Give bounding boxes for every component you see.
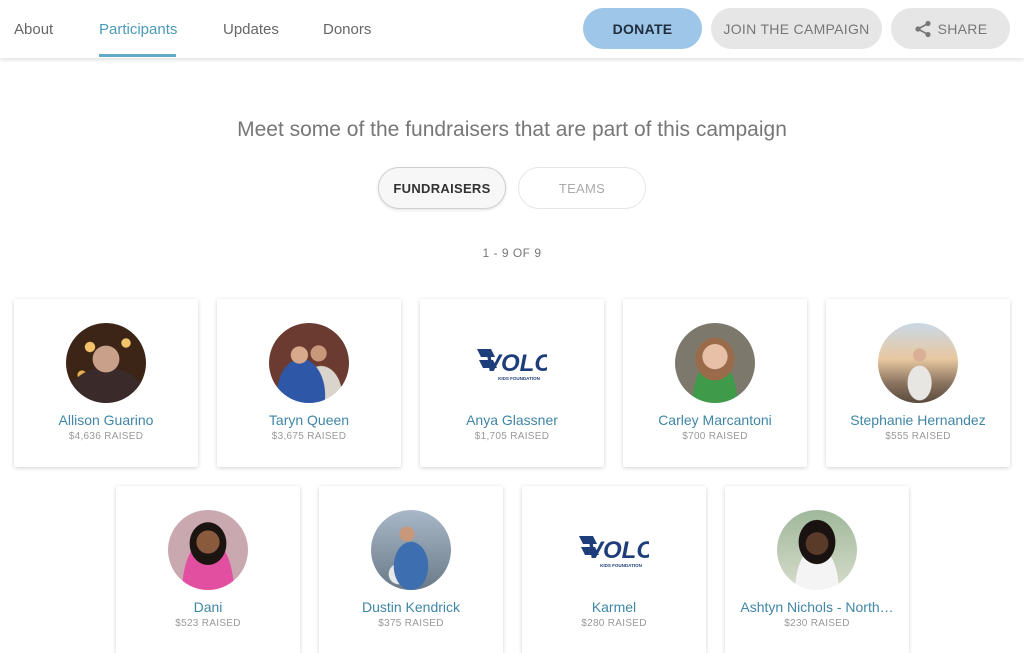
- fundraiser-name: Ashtyn Nichols - North…: [740, 599, 894, 615]
- amount-raised: $700 RAISED: [682, 431, 748, 442]
- fundraiser-name: Carley Marcantoni: [658, 412, 772, 428]
- results-count: 1 - 9 OF 9: [482, 246, 542, 260]
- avatar: [777, 510, 857, 590]
- fundraiser-name: Allison Guarino: [58, 412, 154, 428]
- fundraiser-name: Karmel: [591, 599, 637, 615]
- donate-button[interactable]: DONATE: [583, 8, 702, 49]
- volo-logo-text: VOLO: [485, 350, 547, 377]
- amount-raised: $4,636 RAISED: [68, 431, 144, 442]
- avatar: [168, 510, 248, 590]
- active-tab-indicator: [99, 54, 176, 57]
- amount-raised: $375 RAISED: [378, 618, 444, 629]
- fundraiser-card[interactable]: Allison Guarino $4,636 RAISED: [14, 299, 198, 467]
- fundraiser-card[interactable]: VOLO KIDS FOUNDATION Anya Glassner $1,70…: [420, 299, 604, 467]
- volo-logo-icon: VOLO KIDS FOUNDATION: [477, 349, 547, 381]
- share-icon: [915, 20, 931, 37]
- share-button[interactable]: SHARE: [891, 8, 1010, 49]
- fundraiser-card[interactable]: VOLO KIDS FOUNDATION Karmel $280 RAISED: [522, 486, 706, 653]
- top-nav: About Participants Updates Donors DONATE…: [0, 0, 1024, 58]
- amount-raised: $3,675 RAISED: [271, 431, 347, 442]
- fundraiser-name: Dani: [193, 599, 223, 615]
- avatar: [675, 323, 755, 403]
- avatar: [878, 323, 958, 403]
- volo-logo-text: VOLO: [587, 537, 649, 564]
- avatar: [269, 323, 349, 403]
- amount-raised: $523 RAISED: [175, 618, 241, 629]
- fundraisers-toggle[interactable]: FUNDRAISERS: [378, 167, 506, 209]
- tab-about[interactable]: About: [14, 21, 53, 38]
- page-heading: Meet some of the fundraisers that are pa…: [237, 118, 787, 141]
- volo-logo-icon: VOLO KIDS FOUNDATION: [579, 536, 649, 568]
- volo-logo-subtext: KIDS FOUNDATION: [498, 376, 540, 381]
- fundraiser-card[interactable]: Carley Marcantoni $700 RAISED: [623, 299, 807, 467]
- amount-raised: $1,705 RAISED: [474, 431, 550, 442]
- tab-participants[interactable]: Participants: [99, 21, 177, 38]
- volo-logo-subtext: KIDS FOUNDATION: [600, 563, 642, 568]
- share-label: SHARE: [937, 20, 988, 37]
- amount-raised: $230 RAISED: [784, 618, 850, 629]
- fundraiser-name: Anya Glassner: [466, 412, 558, 428]
- amount-raised: $280 RAISED: [581, 618, 647, 629]
- fundraiser-name: Taryn Queen: [268, 412, 350, 428]
- fundraiser-card[interactable]: Stephanie Hernandez $555 RAISED: [826, 299, 1010, 467]
- fundraiser-card[interactable]: Taryn Queen $3,675 RAISED: [217, 299, 401, 467]
- avatar: [66, 323, 146, 403]
- tab-updates[interactable]: Updates: [223, 21, 279, 38]
- fundraiser-card[interactable]: Dustin Kendrick $375 RAISED: [319, 486, 503, 653]
- tab-donors[interactable]: Donors: [323, 21, 371, 38]
- teams-toggle[interactable]: TEAMS: [518, 167, 646, 209]
- fundraiser-name: Stephanie Hernandez: [850, 412, 986, 428]
- fundraiser-card[interactable]: Dani $523 RAISED: [116, 486, 300, 653]
- fundraiser-name: Dustin Kendrick: [361, 599, 461, 615]
- join-campaign-button[interactable]: JOIN THE CAMPAIGN: [711, 8, 882, 49]
- amount-raised: $555 RAISED: [885, 431, 951, 442]
- fundraiser-card[interactable]: Ashtyn Nichols - North… $230 RAISED: [725, 486, 909, 653]
- avatar: [371, 510, 451, 590]
